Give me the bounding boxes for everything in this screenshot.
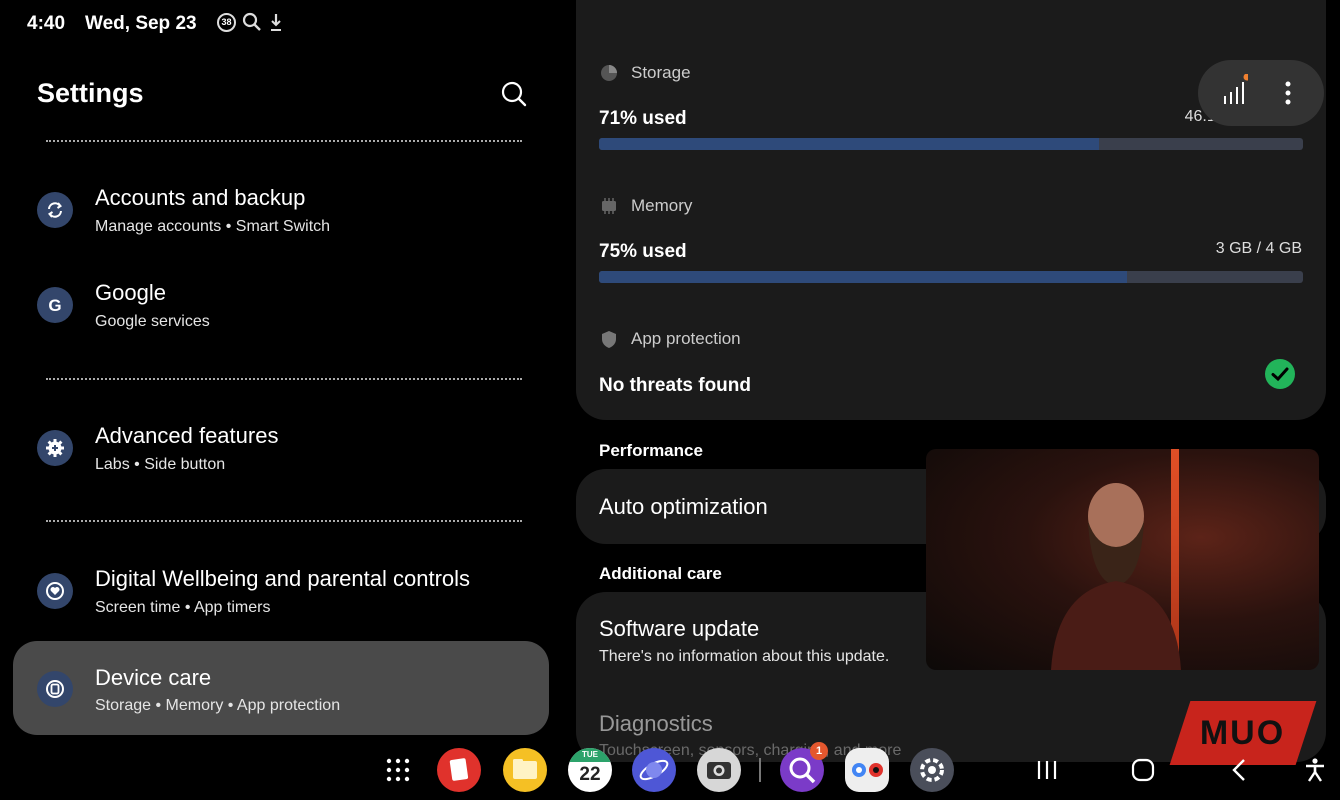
presenter-image [1051,483,1181,670]
more-options-icon[interactable] [1284,80,1292,106]
sidebar-item-subtitle: Google services [95,313,210,330]
sidebar-item-advanced-features[interactable]: Advanced features Labs • Side button [13,404,549,496]
performance-heading: Performance [599,441,703,460]
storage-used-value: 71% used [599,108,687,129]
memory-chip-icon [602,198,616,214]
status-date: Wed, Sep 23 [85,13,197,34]
software-update-subtitle: There's no information about this update… [599,648,890,665]
sidebar-item-digital-wellbeing[interactable]: Digital Wellbeing and parental controls … [13,547,549,639]
download-icon [271,14,281,31]
svg-text:G: G [48,296,61,315]
sidebar-item-device-care[interactable]: Device care Storage • Memory • App prote… [13,641,549,735]
taskbar-separator [759,758,761,782]
sidebar-item-google[interactable]: G Google Google services [13,261,549,353]
sidebar-item-subtitle: Screen time • App timers [95,599,271,616]
protection-status: No threats found [599,375,751,396]
search-icon[interactable] [500,80,528,108]
memory-used-value: 75% used [599,241,687,262]
sidebar-item-label: Device care [95,665,212,690]
notes-app-icon[interactable] [437,748,481,792]
memory-label[interactable]: Memory [602,196,692,216]
status-notification-icons: 38 [217,12,284,32]
storage-label[interactable]: Storage [601,63,691,83]
sidebar-item-subtitle: Storage • Memory • App protection [95,697,341,714]
device-care-icon [37,671,73,707]
sidebar-item-label: Accounts and backup [95,185,306,210]
memory-progress-bar [599,271,1303,283]
home-button[interactable] [1127,754,1159,786]
app-pair-icon[interactable] [845,748,889,792]
section-divider [46,520,522,522]
magnifier-app-icon[interactable]: 1 [780,742,828,792]
app-protection-label[interactable]: App protection [602,329,741,349]
sidebar-item-label: Digital Wellbeing and parental controls [95,566,471,591]
wellbeing-icon [37,573,73,609]
section-divider [46,140,522,142]
check-circle-icon [1265,359,1295,389]
app-badge: 1 [810,742,828,760]
internet-browser-app-icon[interactable] [632,748,676,792]
status-time: 4:40 [27,13,66,34]
memory-detail: 3 GB / 4 GB [1215,240,1302,257]
camera-app-icon[interactable] [697,748,741,792]
sync-icon [37,192,73,228]
sidebar-item-subtitle: Manage accounts • Smart Switch [95,218,331,235]
additional-care-heading: Additional care [599,564,722,583]
section-divider [46,378,522,380]
memory-progress-fill [599,271,1127,283]
device-care-summary-card: Storage 71% used 46.1 GB / 64 GB Memory … [576,0,1326,420]
storage-progress-fill [599,138,1099,150]
gear-plus-icon [37,430,73,466]
my-files-app-icon[interactable] [503,748,547,792]
diagnostics-label: Diagnostics [599,711,713,736]
storage-pie-icon [601,65,617,81]
calendar-app-icon[interactable]: TUE 22 [568,748,612,792]
sidebar-item-label: Advanced features [95,423,279,448]
sidebar-item-accounts-backup[interactable]: Accounts and backup Manage accounts • Sm… [13,166,549,258]
storage-progress-bar [599,138,1303,150]
auto-optimization-label: Auto optimization [599,494,768,519]
recent-apps-button[interactable] [1031,754,1063,786]
shield-icon [602,331,616,348]
video-overlay [926,449,1319,670]
floating-toolbar [1198,60,1324,126]
sidebar-item-label: Google [95,280,166,305]
software-update-label: Software update [599,616,760,641]
signal-bars-icon[interactable] [1222,74,1248,106]
accessibility-button[interactable] [1299,754,1331,786]
page-title: Settings [37,78,144,108]
app-drawer-icon[interactable] [386,758,410,782]
search-notification-icon [242,12,261,31]
sidebar-item-subtitle: Labs • Side button [95,456,226,473]
taskbar: TUE 22 1 [0,740,1340,800]
google-icon: G [37,287,73,323]
settings-app-icon[interactable] [910,748,954,792]
back-button[interactable] [1223,754,1255,786]
notification-count-icon: 38 [217,12,236,32]
